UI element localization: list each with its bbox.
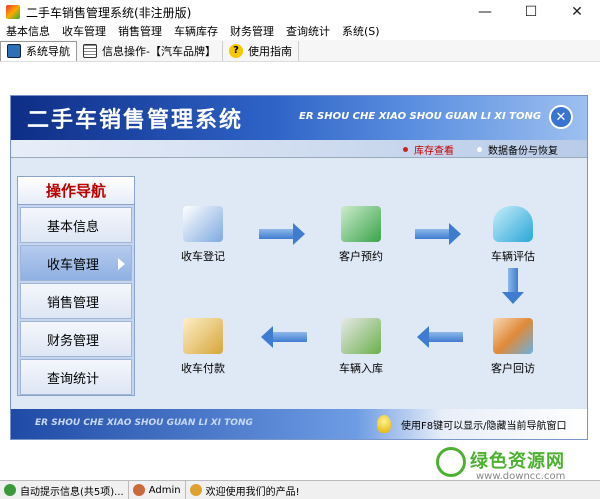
menu-basic-info[interactable]: 基本信息 — [0, 24, 56, 40]
menu-query[interactable]: 查询统计 — [280, 24, 336, 40]
app-icon — [6, 5, 20, 19]
workflow-node-label: 车辆评估 — [491, 250, 535, 263]
user-icon — [132, 484, 145, 496]
banner: 二手车销售管理系统 ER SHOU CHE XIAO SHOU GUAN LI … — [11, 96, 587, 140]
banner-pinyin: ER SHOU CHE XIAO SHOU GUAN LI XI TONG — [299, 111, 542, 122]
status-user-text: Admin — [148, 484, 181, 496]
sidebar-item-label: 基本信息 — [47, 219, 100, 235]
warehouse-icon — [341, 318, 381, 354]
workflow-node-register[interactable]: 收车登记 — [163, 206, 243, 264]
status-welcome: 欢迎使用我们的产品! — [186, 481, 304, 499]
title-bar: 二手车销售管理系统(非注册版) — ☐ ✕ — [0, 0, 600, 24]
workflow-node-label: 收车登记 — [181, 250, 225, 263]
tab-user-guide-label: 使用指南 — [247, 44, 292, 58]
workflow-node-label: 客户预约 — [339, 250, 383, 263]
f8-tip-text: 使用F8键可以显示/隐藏当前导航窗口 — [401, 420, 567, 432]
sidebar-item-purchase[interactable]: 收车管理 — [20, 245, 132, 281]
window-controls: — ☐ ✕ — [462, 0, 600, 24]
tab-info-operation-label: 信息操作-【汽车品牌】 — [102, 44, 216, 58]
inventory-link-label: 库存查看 — [414, 146, 454, 157]
appointment-icon — [341, 206, 381, 242]
car-icon — [493, 206, 533, 242]
tab-info-operation[interactable]: 信息操作-【汽车品牌】 — [77, 40, 223, 61]
menu-sales[interactable]: 销售管理 — [112, 24, 168, 40]
chevron-right-icon — [118, 258, 125, 270]
lightbulb-icon — [377, 415, 391, 433]
arrow-right-icon — [415, 223, 461, 245]
people-icon — [493, 318, 533, 354]
help-icon: ? — [228, 43, 243, 58]
status-user: Admin — [129, 480, 186, 499]
sidebar-item-label: 查询统计 — [47, 371, 100, 387]
red-dot-icon — [403, 147, 408, 152]
status-welcome-text: 欢迎使用我们的产品! — [205, 486, 300, 498]
tab-system-nav-label: 系统导航 — [26, 45, 70, 58]
workflow-node-label: 收车付款 — [181, 362, 225, 375]
workflow-node-revisit[interactable]: 客户回访 — [473, 318, 553, 376]
arrow-right-icon — [259, 223, 305, 245]
arrow-down-icon — [502, 268, 524, 304]
sidebar-item-label: 收车管理 — [47, 257, 100, 273]
close-button[interactable]: ✕ — [554, 0, 600, 24]
sidebar-item-finance[interactable]: 财务管理 — [20, 321, 132, 357]
window-title: 二手车销售管理系统(非注册版) — [26, 5, 192, 20]
sidebar: 操作导航 基本信息 收车管理 销售管理 财务管理 查询统计 — [17, 176, 135, 396]
sub-bar: 库存查看 数据备份与恢复 — [11, 140, 587, 158]
sidebar-item-sales[interactable]: 销售管理 — [20, 283, 132, 319]
sidebar-header: 操作导航 — [18, 177, 134, 205]
tab-user-guide[interactable]: ? 使用指南 — [223, 40, 299, 61]
workflow-node-label: 客户回访 — [491, 362, 535, 375]
watermark-main-text: 绿色资源网 — [470, 451, 565, 472]
banner-title: 二手车销售管理系统 — [27, 107, 244, 133]
f8-tip: 使用F8键可以显示/隐藏当前导航窗口 — [377, 415, 566, 433]
footer-band: ER SHOU CHE XIAO SHOU GUAN LI XI TONG 使用… — [11, 409, 587, 439]
white-dot-icon — [477, 147, 482, 152]
payment-icon — [183, 318, 223, 354]
workflow-node-stock-in[interactable]: 车辆入库 — [321, 318, 401, 376]
register-icon — [183, 206, 223, 242]
inventory-link[interactable]: 库存查看 — [403, 142, 454, 157]
panel-close-icon[interactable]: ✕ — [549, 105, 573, 129]
info-status-icon — [4, 484, 16, 496]
menu-system[interactable]: 系统(S) — [336, 24, 386, 40]
arrow-left-icon — [417, 326, 463, 348]
workflow-node-label: 车辆入库 — [339, 362, 383, 375]
arrow-left-icon — [261, 326, 307, 348]
menu-inventory[interactable]: 车辆库存 — [168, 24, 224, 40]
maximize-button[interactable]: ☐ — [508, 0, 554, 24]
sidebar-item-query[interactable]: 查询统计 — [20, 359, 132, 395]
backup-link[interactable]: 数据备份与恢复 — [477, 142, 558, 157]
menu-bar: 基本信息 收车管理 销售管理 车辆库存 财务管理 查询统计 系统(S) — [0, 24, 600, 40]
workflow-node-payment[interactable]: 收车付款 — [163, 318, 243, 376]
sidebar-item-basic-info[interactable]: 基本信息 — [20, 207, 132, 243]
status-auto-tip-text: 自动提示信息(共5项)... — [20, 486, 124, 498]
navigation-panel: 二手车销售管理系统 ER SHOU CHE XIAO SHOU GUAN LI … — [10, 95, 588, 440]
nav-icon — [7, 44, 21, 58]
minimize-button[interactable]: — — [462, 0, 508, 24]
sidebar-item-label: 财务管理 — [47, 333, 100, 349]
status-auto-tip[interactable]: 自动提示信息(共5项)... — [0, 480, 129, 499]
backup-link-label: 数据备份与恢复 — [488, 146, 558, 157]
sidebar-item-label: 销售管理 — [47, 295, 100, 311]
toolbar: 系统导航 信息操作-【汽车品牌】 ? 使用指南 — [0, 40, 600, 62]
watermark-logo-icon — [436, 447, 466, 477]
footer-pinyin: ER SHOU CHE XIAO SHOU GUAN LI XI TONG — [35, 418, 253, 428]
tab-system-nav[interactable]: 系统导航 — [0, 40, 77, 61]
info-icon — [83, 43, 97, 58]
status-bar: 自动提示信息(共5项)... Admin 欢迎使用我们的产品! — [0, 480, 600, 499]
welcome-icon — [189, 484, 202, 496]
workflow-node-evaluation[interactable]: 车辆评估 — [473, 206, 553, 264]
menu-purchase[interactable]: 收车管理 — [56, 24, 112, 40]
menu-finance[interactable]: 财务管理 — [224, 24, 280, 40]
workflow-node-appointment[interactable]: 客户预约 — [321, 206, 401, 264]
